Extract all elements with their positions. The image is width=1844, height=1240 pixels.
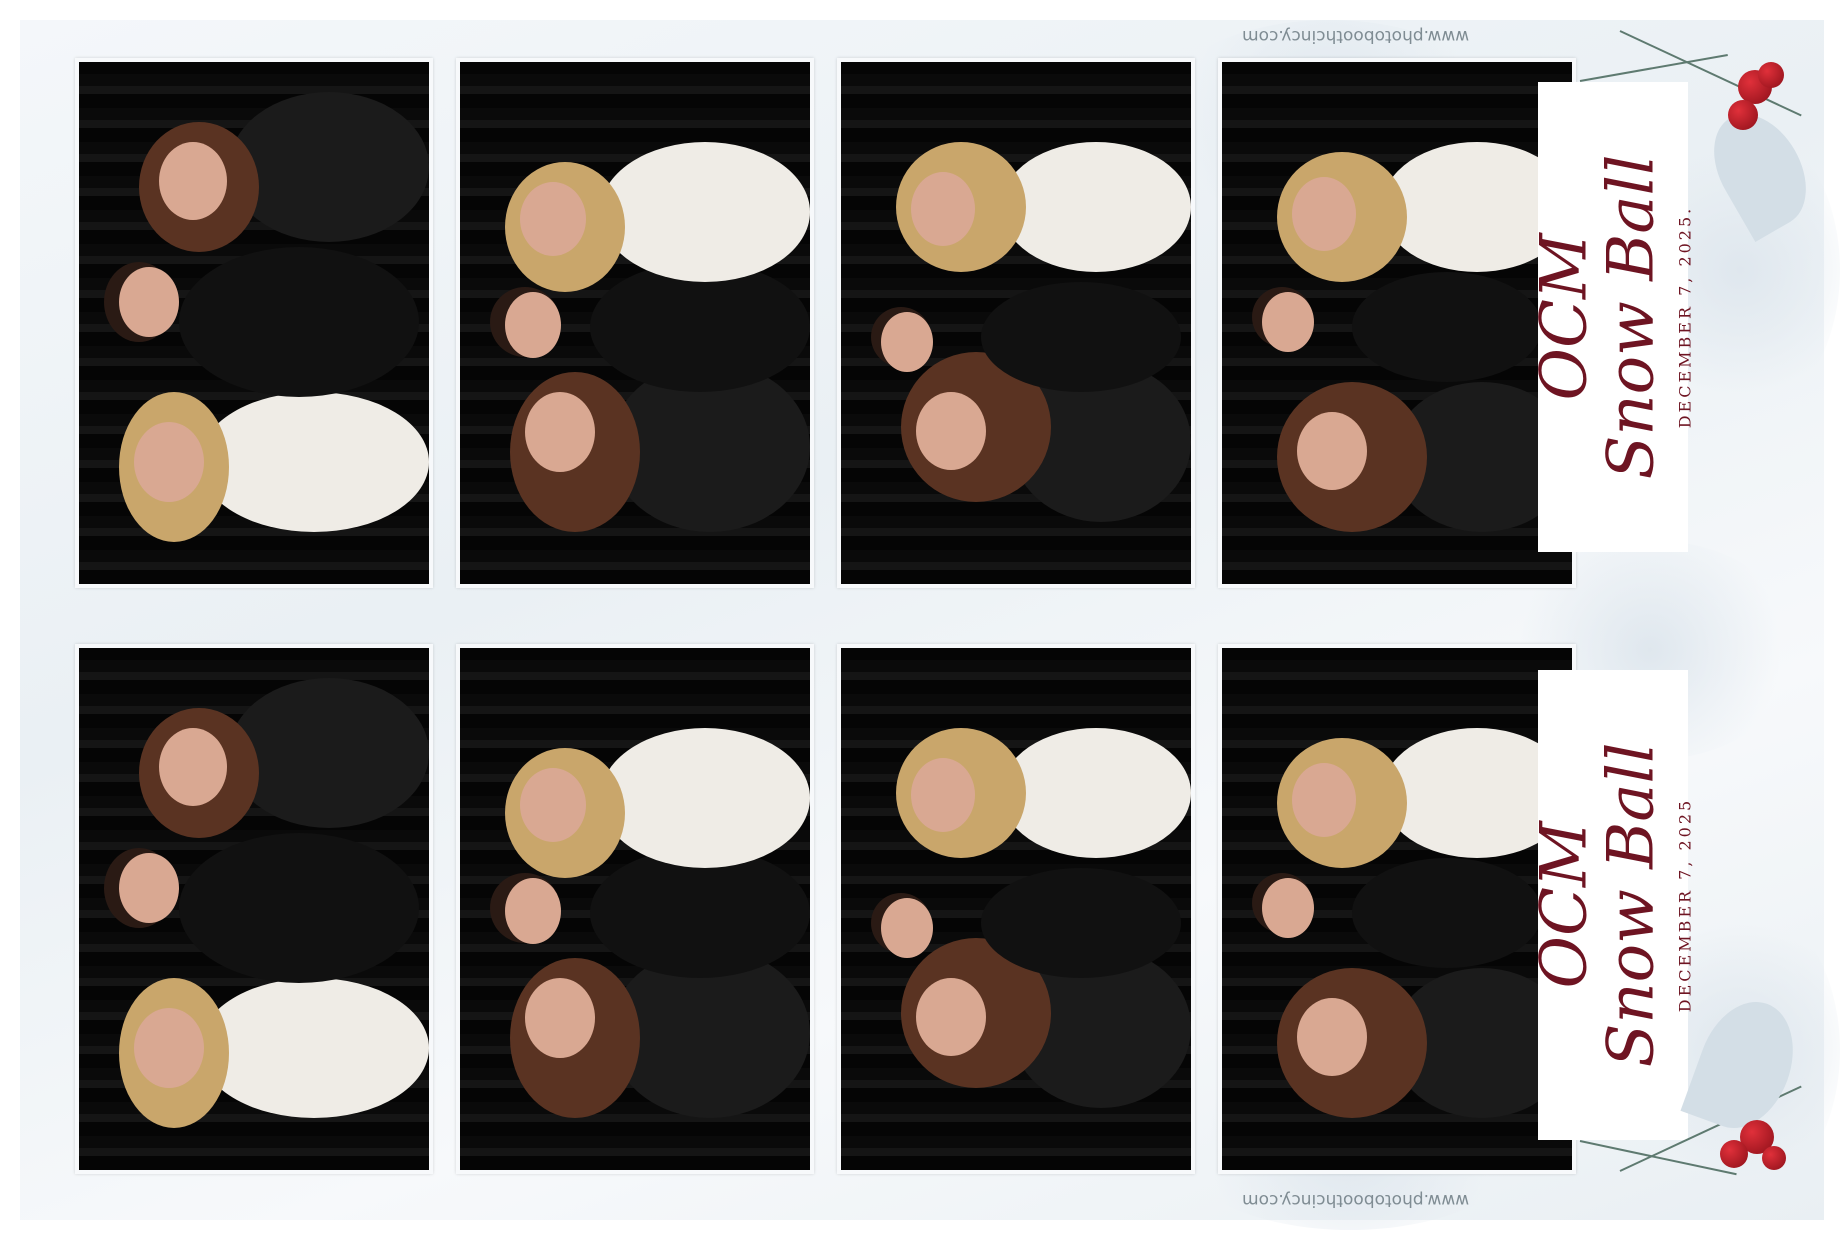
person-face xyxy=(1292,177,1356,251)
event-title-line2: Snow Ball xyxy=(1594,154,1669,480)
person-face xyxy=(520,768,586,842)
person-face xyxy=(1292,763,1356,837)
booth-photo xyxy=(1218,644,1576,1174)
person-face xyxy=(134,1008,204,1088)
person-face xyxy=(159,142,227,220)
person xyxy=(179,833,419,983)
person-face xyxy=(525,392,595,472)
person-face xyxy=(505,878,561,944)
booth-photo xyxy=(837,644,1195,1174)
person xyxy=(1352,272,1542,382)
person xyxy=(229,92,429,242)
booth-photo xyxy=(456,58,814,588)
website-url: www.photoboothcincy.com xyxy=(1242,26,1470,46)
booth-photo xyxy=(456,644,814,1174)
person-face xyxy=(881,312,933,372)
red-berry xyxy=(1762,1146,1786,1170)
booth-photo xyxy=(1218,58,1576,588)
person-face xyxy=(119,853,179,923)
person-face xyxy=(505,292,561,358)
red-berry xyxy=(1758,62,1784,88)
event-title-line1: OCM xyxy=(1527,821,1602,989)
person xyxy=(600,142,810,282)
person xyxy=(1352,858,1542,968)
person-face xyxy=(1262,292,1314,352)
person-face xyxy=(881,898,933,958)
booth-photo xyxy=(837,58,1195,588)
booth-photo xyxy=(75,58,433,588)
person-face xyxy=(911,172,975,246)
event-title-line1: OCM xyxy=(1527,233,1602,401)
event-title-line2: Snow Ball xyxy=(1594,742,1669,1068)
person xyxy=(229,678,429,828)
booth-photo xyxy=(75,644,433,1174)
person xyxy=(199,392,429,532)
person-face xyxy=(520,182,586,256)
person-face xyxy=(916,392,986,470)
person-face xyxy=(134,422,204,502)
event-date: DECEMBER 7, 2025 xyxy=(1675,797,1695,1013)
person xyxy=(179,247,419,397)
person xyxy=(1001,142,1191,272)
person-face xyxy=(1297,412,1367,490)
website-url: www.photoboothcincy.com xyxy=(1242,1190,1470,1210)
pine-branch xyxy=(1579,53,1728,82)
event-title-card: OCM Snow Ball DECEMBER 7, 2025 xyxy=(1527,670,1695,1140)
person xyxy=(981,868,1181,978)
person xyxy=(1001,728,1191,858)
person-face xyxy=(525,978,595,1058)
person-face xyxy=(916,978,986,1056)
event-title-block: OCM Snow Ball DECEMBER 7, 2025. xyxy=(1527,154,1695,480)
person-face xyxy=(159,728,227,806)
person xyxy=(600,728,810,868)
person xyxy=(199,978,429,1118)
person xyxy=(981,282,1181,392)
event-title-card: OCM Snow Ball DECEMBER 7, 2025. xyxy=(1527,82,1695,552)
red-berry xyxy=(1728,100,1758,130)
person-face xyxy=(1262,878,1314,938)
person-face xyxy=(119,267,179,337)
photo-sheet: OCM Snow Ball DECEMBER 7, 2025. www.phot… xyxy=(20,20,1840,1230)
event-title-block: OCM Snow Ball DECEMBER 7, 2025 xyxy=(1527,742,1695,1068)
person-face xyxy=(1297,998,1367,1076)
event-date: DECEMBER 7, 2025. xyxy=(1675,205,1695,429)
red-berry xyxy=(1720,1140,1748,1168)
person-face xyxy=(911,758,975,832)
